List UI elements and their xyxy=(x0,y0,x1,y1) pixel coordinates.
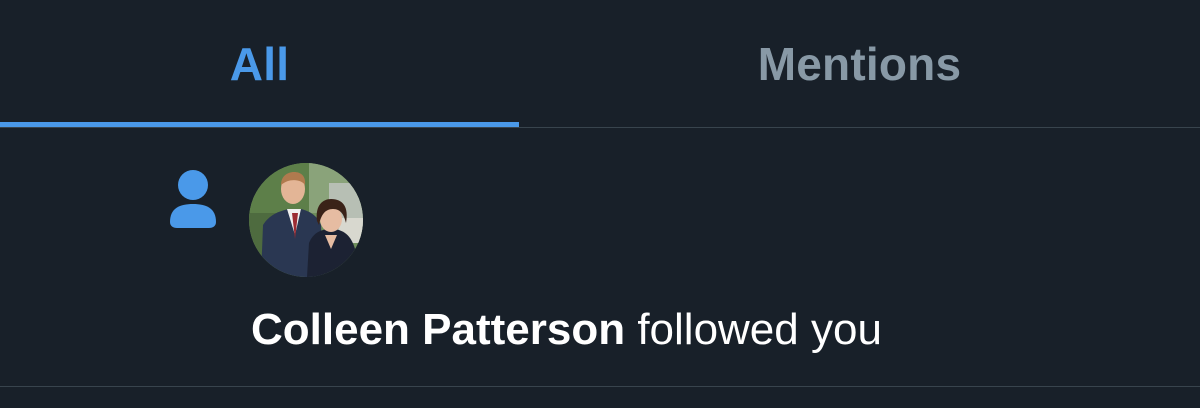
tab-mentions-label: Mentions xyxy=(757,38,962,90)
tab-all-label: All xyxy=(229,38,290,90)
notifications-screen: All Mentions Colleen Patterson followed … xyxy=(0,0,1200,408)
follower-name[interactable]: Colleen Patterson xyxy=(251,305,625,354)
tab-all[interactable]: All xyxy=(0,0,519,128)
follow-action-text: followed you xyxy=(625,305,882,354)
follow-notification[interactable]: Colleen Patterson followed you xyxy=(0,128,1200,387)
person-icon xyxy=(168,168,218,230)
notification-tabs: All Mentions xyxy=(0,0,1200,128)
notification-text: Colleen Patterson followed you xyxy=(251,302,882,358)
user-avatar[interactable] xyxy=(249,163,363,277)
row-divider xyxy=(0,386,1200,387)
tab-mentions[interactable]: Mentions xyxy=(519,0,1200,128)
